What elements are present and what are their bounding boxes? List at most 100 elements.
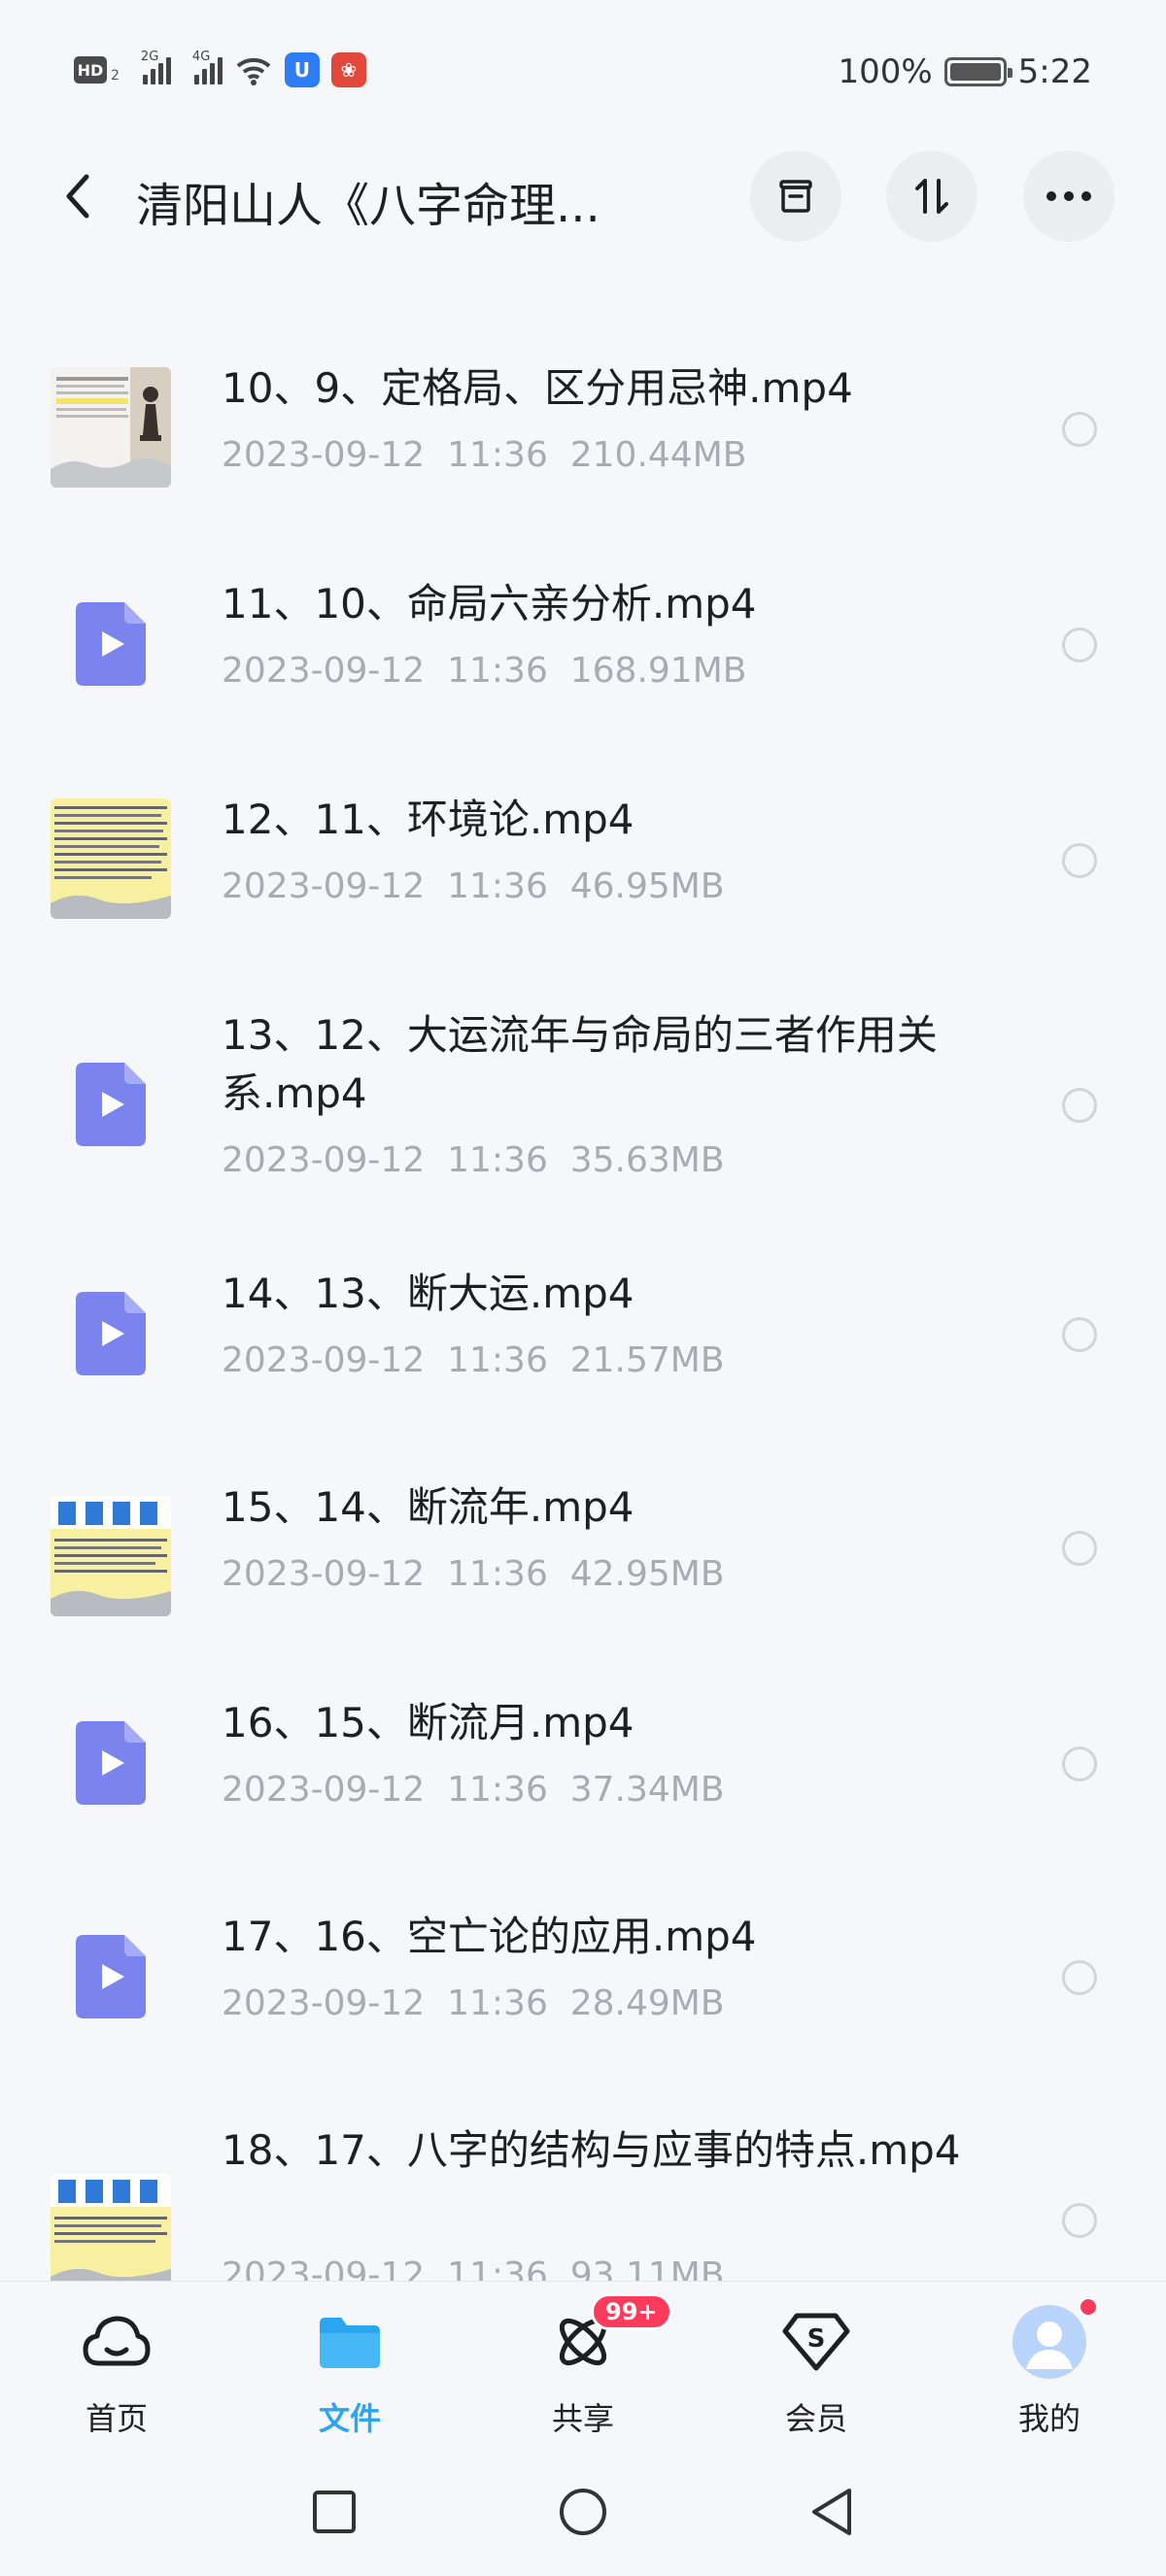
notification-dot (1079, 2297, 1098, 2317)
select-checkbox[interactable] (1062, 1746, 1097, 1781)
file-name: 18、17、八字的结构与应事的特点.mp4 (222, 2126, 961, 2174)
system-nav-bar (0, 2456, 1166, 2576)
chess-thumbnail-icon (51, 367, 171, 488)
video-file-icon (76, 1935, 146, 2018)
video-file-icon (76, 1292, 146, 1375)
sort-button[interactable] (886, 151, 977, 242)
signal-4g-icon: 4G (192, 50, 223, 85)
file-row[interactable]: 11、10、命局六亲分析.mp4 2023-09-12 11:36 168.91… (0, 536, 1166, 752)
notification-app-icon: ❀ (330, 52, 366, 87)
square-icon (313, 2491, 356, 2533)
file-size: 35.63MB (569, 1140, 725, 1180)
file-meta: 2023-09-12 11:36 21.57MB (222, 1340, 725, 1380)
file-name: 14、13、断大运.mp4 (222, 1270, 634, 1317)
select-checkbox[interactable] (1062, 843, 1097, 878)
file-name: 13、12、大运流年与命局的三者作用关系.mp4 (222, 1011, 938, 1117)
file-date: 2023-09-12 11:36 (222, 1140, 548, 1180)
file-thumbnail (51, 367, 171, 488)
file-row[interactable]: 12、11、环境论.mp4 2023-09-12 11:36 46.95MB (0, 752, 1166, 967)
circle-icon (560, 2489, 606, 2535)
file-meta: 2023-09-12 11:36 42.95MB (222, 1554, 725, 1594)
file-name: 11、10、命局六亲分析.mp4 (222, 580, 757, 627)
more-dots-icon (1046, 191, 1091, 201)
more-button[interactable] (1023, 151, 1115, 242)
select-checkbox[interactable] (1062, 1317, 1097, 1352)
status-icons-left: HD 2 2G 4G U ❀ (74, 50, 366, 87)
file-date: 2023-09-12 11:36 (222, 651, 548, 691)
file-name: 15、14、断流年.mp4 (222, 1483, 634, 1531)
file-thumbnail (51, 1496, 171, 1616)
file-thumbnail (51, 798, 171, 919)
file-size: 42.95MB (569, 1554, 725, 1594)
svg-text:S: S (807, 2324, 826, 2354)
file-row[interactable]: 14、13、断大运.mp4 2023-09-12 11:36 21.57MB (0, 1241, 1166, 1455)
nav-label: 我的 (1017, 2400, 1080, 2437)
file-date: 2023-09-12 11:36 (222, 1340, 548, 1380)
select-checkbox[interactable] (1062, 2203, 1097, 2238)
video-file-icon (76, 602, 146, 686)
file-name: 12、11、环境论.mp4 (222, 796, 634, 843)
file-meta: 2023-09-12 11:36 93.11MB (222, 2255, 725, 2281)
sort-arrows-icon (915, 179, 948, 214)
archive-button[interactable] (750, 151, 841, 242)
file-row[interactable]: 10、9、定格局、区分用忌神.mp4 2023-09-12 11:36 210.… (0, 321, 1166, 536)
cloud-home-icon (78, 2303, 155, 2381)
file-meta: 2023-09-12 11:36 210.44MB (222, 435, 746, 475)
home-button[interactable] (554, 2483, 612, 2541)
file-name: 10、9、定格局、区分用忌神.mp4 (222, 364, 853, 412)
folder-icon (311, 2303, 389, 2381)
file-size: 37.34MB (569, 1770, 725, 1810)
avatar-icon (1011, 2297, 1098, 2381)
select-checkbox[interactable] (1062, 1088, 1097, 1123)
chevron-left-icon (66, 174, 89, 219)
file-size: 210.44MB (569, 435, 747, 475)
triangle-back-icon (812, 2489, 851, 2535)
nav-item-vip[interactable]: S 会员 (719, 2303, 913, 2449)
hd-icon: HD (74, 56, 107, 84)
file-meta: 2023-09-12 11:36 46.95MB (222, 866, 725, 906)
file-row[interactable]: 15、14、断流年.mp4 2023-09-12 11:36 42.95MB (0, 1455, 1166, 1671)
file-size: 93.11MB (569, 2255, 725, 2281)
share-orbit-icon: 99+ (544, 2293, 672, 2381)
nav-label: 会员 (784, 2400, 847, 2437)
select-checkbox[interactable] (1062, 1531, 1097, 1566)
select-checkbox[interactable] (1062, 412, 1097, 447)
file-row[interactable]: 17、16、空亡论的应用.mp4 2023-09-12 11:36 28.49M… (0, 1884, 1166, 2098)
nav-item-share[interactable]: 99+ 共享 (486, 2293, 680, 2449)
recent-apps-button[interactable] (305, 2483, 363, 2541)
file-date: 2023-09-12 11:36 (222, 866, 548, 906)
file-name: 16、15、断流月.mp4 (222, 1699, 634, 1746)
table-thumbnail-icon (51, 2174, 171, 2281)
file-meta: 2023-09-12 11:36 37.34MB (222, 1770, 725, 1810)
status-bar: HD 2 2G 4G U ❀ 100% 5:22 (0, 0, 1166, 146)
nav-label: 共享 (551, 2400, 614, 2437)
file-row[interactable]: 16、15、断流月.mp4 2023-09-12 11:36 37.34MB (0, 1671, 1166, 1884)
bottom-nav: 首页 文件 99+ 共享 S 会员 我的 (0, 2281, 1166, 2456)
file-size: 28.49MB (569, 1983, 725, 2023)
file-date: 2023-09-12 11:36 (222, 1770, 548, 1810)
file-list[interactable]: 10、9、定格局、区分用忌神.mp4 2023-09-12 11:36 210.… (0, 321, 1166, 2281)
select-checkbox[interactable] (1062, 627, 1097, 662)
nav-label: 文件 (318, 2400, 381, 2437)
signal-2g-icon: 2G (141, 50, 171, 85)
file-date: 2023-09-12 11:36 (222, 2255, 548, 2281)
wifi-icon (236, 57, 271, 85)
file-row[interactable]: 18、17、八字的结构与应事的特点.mp4 2023-09-12 11:36 9… (0, 2098, 1166, 2281)
hd-sim-index: 2 (111, 68, 120, 84)
file-date: 2023-09-12 11:36 (222, 1554, 548, 1594)
select-checkbox[interactable] (1062, 1960, 1097, 1995)
table-thumbnail-icon (51, 1496, 171, 1616)
system-back-button[interactable] (803, 2483, 861, 2541)
file-row[interactable]: 13、12、大运流年与命局的三者作用关系.mp4 2023-09-12 11:3… (0, 967, 1166, 1241)
file-size: 168.91MB (569, 651, 747, 691)
status-icons-right: 100% 5:22 (838, 52, 1092, 91)
nav-item-me[interactable]: 我的 (952, 2297, 1147, 2449)
back-button[interactable] (49, 167, 107, 225)
nav-item-home[interactable]: 首页 (19, 2303, 214, 2449)
file-size: 21.57MB (569, 1340, 725, 1380)
file-name: 17、16、空亡论的应用.mp4 (222, 1913, 757, 1960)
nav-item-files[interactable]: 文件 (253, 2303, 447, 2449)
page-title: 清阳山人《八字命理... (136, 179, 600, 233)
document-thumbnail-icon (51, 798, 171, 919)
notification-badge: 99+ (591, 2293, 672, 2330)
